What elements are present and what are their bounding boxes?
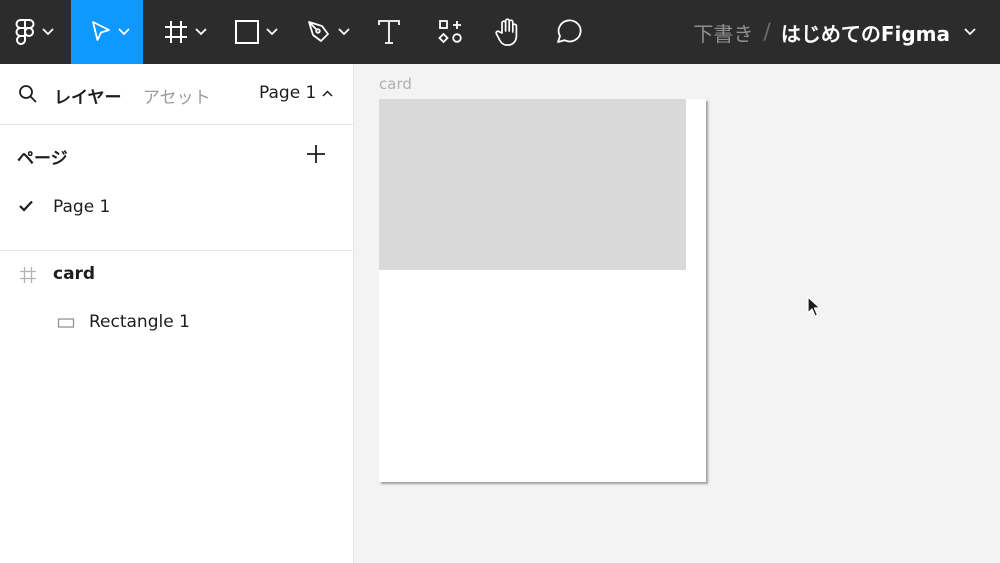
shape-tool-button[interactable]	[234, 0, 278, 64]
figma-logo-icon	[15, 19, 35, 45]
card-frame[interactable]	[379, 99, 706, 482]
pages-title: ページ	[17, 149, 68, 169]
mouse-cursor-icon	[807, 296, 821, 317]
resources-tool-button[interactable]	[438, 0, 464, 64]
rectangle-icon	[57, 318, 75, 328]
hand-icon	[495, 18, 518, 46]
move-arrow-icon	[92, 21, 110, 41]
layer-item-card[interactable]: card	[0, 255, 353, 295]
frame-hash-icon	[165, 21, 187, 43]
resources-icon	[438, 20, 462, 44]
pen-icon	[308, 21, 329, 42]
rectangle-1-shape[interactable]	[379, 99, 686, 270]
layer-item-label: card	[53, 264, 96, 284]
page-item[interactable]: Page 1	[0, 191, 353, 225]
page-item-label: Page 1	[53, 197, 111, 217]
pages-section: ページ Page 1	[0, 125, 353, 251]
toolbar: 下書き / はじめてのFigma	[0, 0, 1000, 64]
pen-tool-button[interactable]	[306, 0, 350, 64]
chevron-down-icon	[338, 28, 350, 36]
chevron-down-icon	[195, 28, 207, 36]
add-page-icon[interactable]	[305, 143, 327, 165]
page-selector-label: Page 1	[259, 83, 317, 103]
checkmark-icon	[19, 200, 33, 212]
canvas[interactable]: card	[355, 64, 1000, 563]
text-tool-button[interactable]	[377, 0, 401, 64]
chevron-down-icon	[266, 28, 278, 36]
layer-item-rectangle-1[interactable]: Rectangle 1	[0, 303, 353, 343]
chevron-up-icon	[322, 89, 333, 97]
chevron-down-icon[interactable]	[964, 28, 976, 36]
comment-icon	[557, 19, 582, 43]
main-menu-button[interactable]	[14, 0, 54, 64]
frame-name-label[interactable]: card	[379, 75, 412, 93]
left-panel: レイヤー アセット Page 1 ページ Page 1 card Rectang…	[0, 64, 354, 563]
search-icon[interactable]	[18, 84, 38, 104]
breadcrumb: 下書き / はじめてのFigma	[693, 0, 976, 64]
comment-tool-button[interactable]	[554, 0, 582, 64]
tab-layers[interactable]: レイヤー	[54, 83, 122, 108]
frame-tool-button[interactable]	[163, 0, 207, 64]
move-tool-button[interactable]	[71, 0, 143, 64]
breadcrumb-separator: /	[763, 19, 771, 45]
text-icon	[378, 20, 400, 44]
file-name[interactable]: はじめてのFigma	[781, 18, 950, 47]
rectangle-icon	[235, 20, 259, 44]
tab-assets[interactable]: アセット	[143, 83, 211, 108]
chevron-down-icon	[118, 28, 130, 36]
layer-item-label: Rectangle 1	[89, 312, 190, 332]
page-selector[interactable]: Page 1	[259, 83, 333, 103]
chevron-down-icon	[42, 28, 54, 36]
breadcrumb-drafts-link[interactable]: 下書き	[693, 18, 753, 47]
panel-header: レイヤー アセット Page 1	[0, 64, 353, 125]
frame-hash-icon	[20, 267, 36, 283]
hand-tool-button[interactable]	[494, 0, 522, 64]
